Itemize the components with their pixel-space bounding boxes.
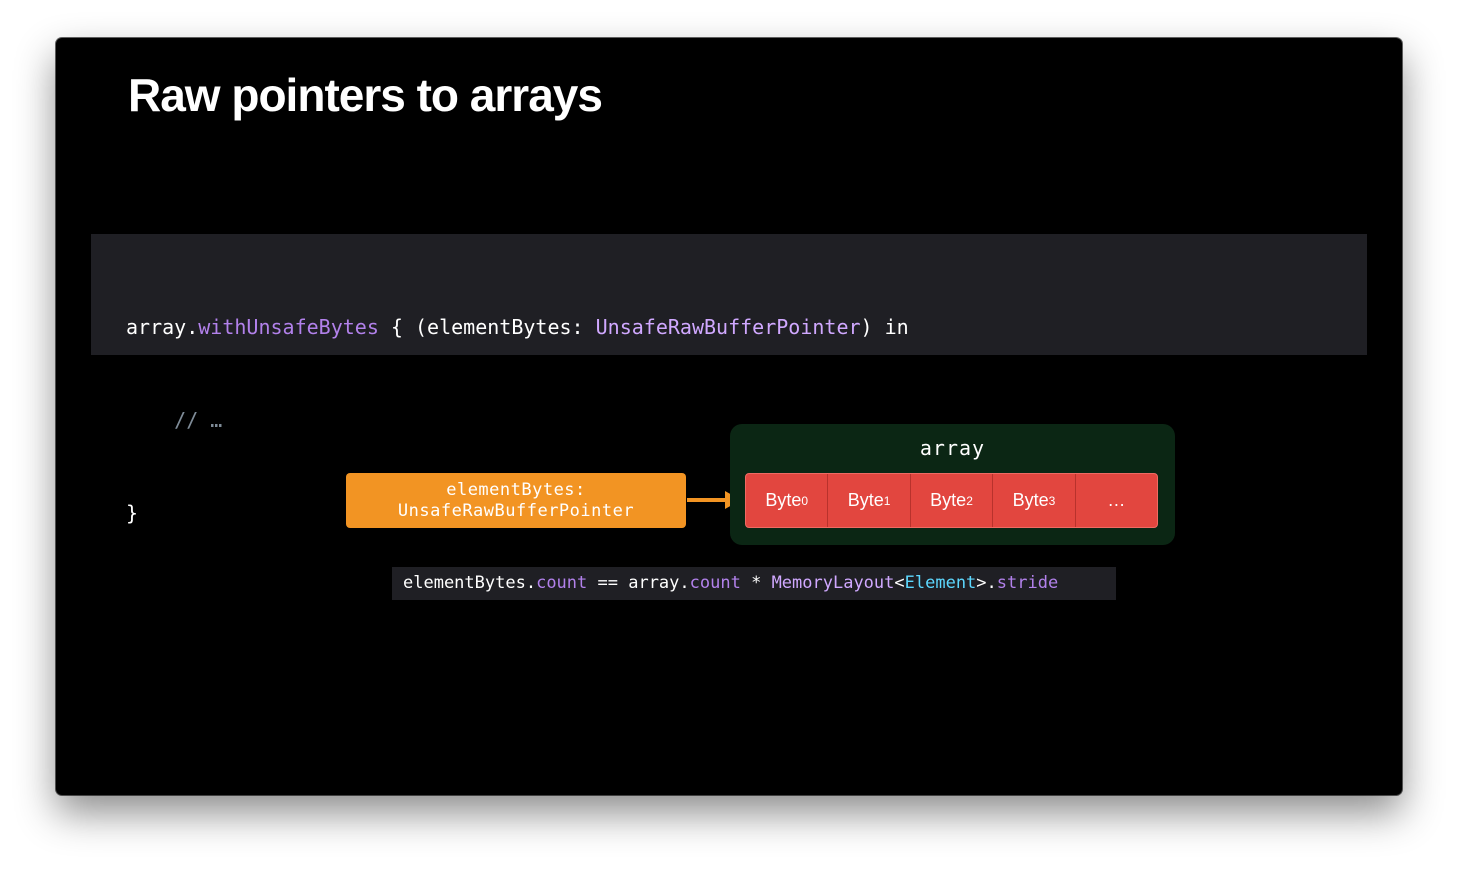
code-dot: . <box>186 315 199 339</box>
slide-window: Raw pointers to arrays array.withUnsafeB… <box>56 38 1402 795</box>
byte-index: 3 <box>1048 493 1056 508</box>
stride-formula: elementBytes.count == array.count * Memo… <box>392 567 1116 600</box>
formula-rhs-count: count <box>689 573 741 593</box>
code-closure-in: ) in <box>860 315 909 339</box>
byte-cell-3: Byte 3 <box>993 474 1076 527</box>
code-type: UnsafeRawBufferPointer <box>595 315 861 339</box>
byte-cell-2: Byte 2 <box>911 474 994 527</box>
byte-cell-1: Byte 1 <box>828 474 911 527</box>
byte-label: Byte <box>765 490 802 510</box>
byte-label: Byte <box>1012 490 1049 510</box>
formula-generic: Element <box>904 573 977 593</box>
formula-dot: . <box>525 573 537 593</box>
pointer-label-type: UnsafeRawBufferPointer <box>397 500 635 521</box>
formula-layout-type: MemoryLayout <box>771 573 895 593</box>
formula-lhs-count: count <box>536 573 588 593</box>
byte-cell-0: Byte 0 <box>746 474 829 527</box>
byte-index: 1 <box>883 493 891 508</box>
array-label: array <box>919 436 986 460</box>
formula-stride: stride <box>996 573 1059 593</box>
formula-lhs-receiver: elementBytes <box>403 573 526 593</box>
pointer-box: elementBytes: UnsafeRawBufferPointer <box>346 473 686 528</box>
code-block: array.withUnsafeBytes { (elementBytes: U… <box>91 234 1367 525</box>
code-closure-open: { (elementBytes: <box>378 315 596 339</box>
array-container: array Byte 0 Byte 1 Byte 2 Byte 3 … <box>730 424 1175 545</box>
byte-index: 2 <box>966 493 973 508</box>
formula-dot: . <box>986 573 997 593</box>
byte-cell-ellipsis: … <box>1107 490 1126 510</box>
slide-title: Raw pointers to arrays <box>128 69 603 121</box>
formula-gt: > <box>976 573 987 593</box>
pointer-label-name: elementBytes: <box>446 479 586 500</box>
formula-dot: . <box>679 573 690 593</box>
bytes-row: Byte 0 Byte 1 Byte 2 Byte 3 … <box>745 473 1158 528</box>
formula-multiply: * <box>740 573 772 593</box>
code-receiver: array <box>126 315 187 339</box>
byte-label: Byte <box>930 490 967 510</box>
byte-label: Byte <box>847 490 884 510</box>
byte-index: 0 <box>801 493 809 508</box>
code-method: withUnsafeBytes <box>198 315 379 339</box>
code-line-1: array.withUnsafeBytes { (elementBytes: U… <box>126 312 1367 343</box>
formula-lt: < <box>894 573 905 593</box>
formula-equals: == <box>587 573 629 593</box>
formula-rhs-receiver: array <box>628 573 680 593</box>
